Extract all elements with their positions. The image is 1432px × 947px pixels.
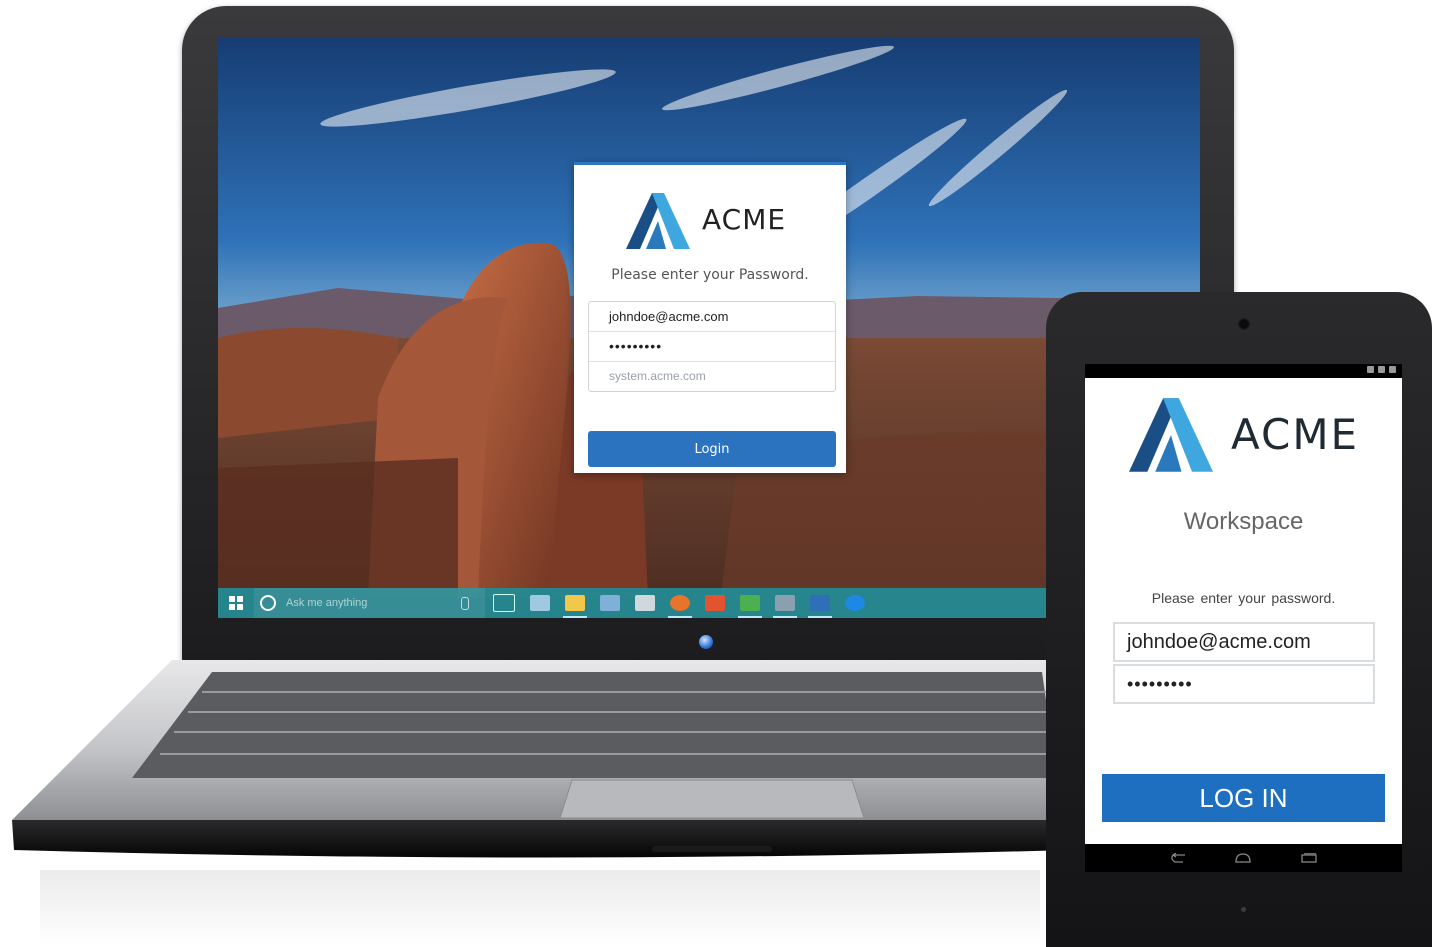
alarm-icon: [1367, 366, 1374, 373]
tablet-screen: ACME Workspace Please enter your passwor…: [1085, 364, 1402, 872]
tablet-sensor: [1241, 907, 1246, 912]
acme-logo: ACME: [1129, 398, 1359, 472]
media-icon[interactable]: [705, 595, 725, 611]
settings-icon[interactable]: [635, 595, 655, 611]
mail-icon[interactable]: [808, 595, 832, 618]
xbox-icon[interactable]: [738, 595, 762, 618]
recents-icon[interactable]: [1300, 853, 1318, 863]
acme-logo-icon: [1129, 398, 1213, 472]
network-icon[interactable]: [600, 595, 620, 611]
status-bar: [1085, 364, 1402, 378]
email-field[interactable]: johndoe@acme.com: [1113, 622, 1375, 662]
firefox-icon[interactable]: [668, 595, 692, 618]
laptop-login-card: ACME Please enter your Password. johndoe…: [574, 162, 846, 473]
photos-icon[interactable]: [773, 595, 797, 618]
cortana-icon: [260, 595, 276, 611]
windows-logo-icon: [229, 596, 243, 610]
acme-logo-icon: [626, 193, 690, 249]
laptop-keyboard-base: [12, 660, 1072, 858]
acme-logo: ACME: [626, 193, 806, 249]
login-button[interactable]: LOG IN: [1102, 774, 1385, 822]
status-icons: [1367, 366, 1396, 373]
task-view-icon[interactable]: [493, 594, 515, 612]
workspace-title: Workspace: [1183, 508, 1304, 535]
password-field[interactable]: •••••••••: [589, 332, 835, 362]
store-icon[interactable]: [530, 595, 550, 611]
credentials-form: johndoe@acme.com ••••••••• system.acme.c…: [588, 301, 836, 392]
password-prompt: Please enter your Password.: [611, 267, 809, 283]
password-prompt: Please enter your password.: [1151, 590, 1336, 606]
login-button[interactable]: Login: [588, 431, 836, 467]
laptop-webcam: [699, 635, 713, 649]
microphone-icon[interactable]: [461, 596, 469, 610]
file-explorer-icon[interactable]: [563, 595, 587, 618]
acme-logo-text: ACME: [702, 203, 787, 236]
password-field[interactable]: •••••••••: [1113, 664, 1375, 704]
server-field[interactable]: system.acme.com: [589, 362, 835, 391]
taskbar-search-placeholder: Ask me anything: [286, 597, 368, 609]
taskbar-apps: [493, 594, 865, 618]
battery-icon: [1389, 366, 1396, 373]
start-button[interactable]: [218, 588, 254, 618]
email-field[interactable]: johndoe@acme.com: [589, 302, 835, 332]
laptop-reflection: [40, 870, 1040, 947]
acme-logo-text: ACME: [1231, 410, 1360, 459]
wifi-icon: [1378, 366, 1385, 373]
back-icon[interactable]: [1169, 853, 1187, 863]
edge-icon[interactable]: [845, 595, 865, 611]
tablet-camera: [1238, 318, 1250, 330]
taskbar-search[interactable]: Ask me anything: [254, 588, 485, 618]
home-icon[interactable]: [1234, 853, 1252, 863]
android-nav-bar: [1085, 844, 1402, 872]
